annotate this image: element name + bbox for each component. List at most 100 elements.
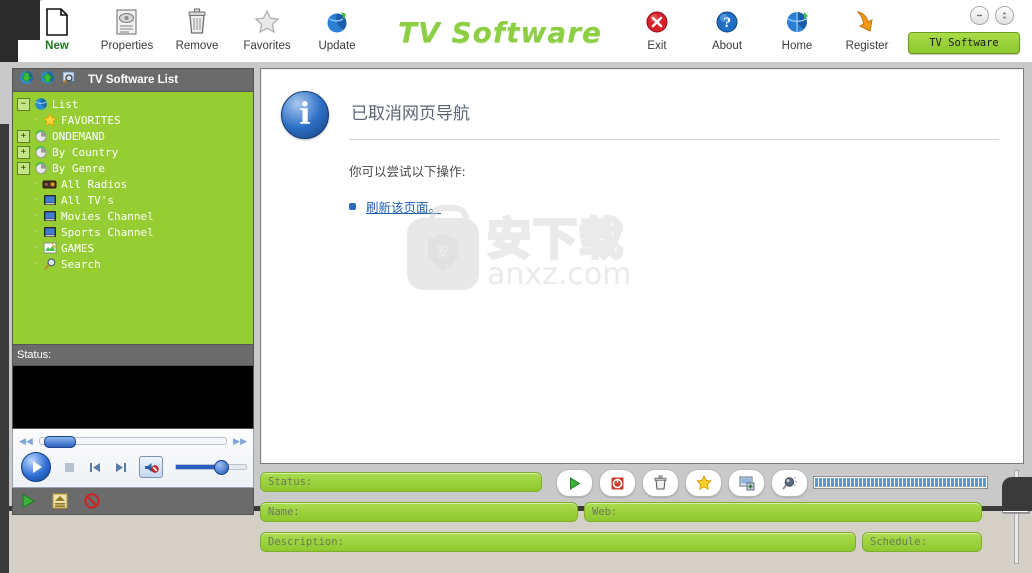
- toolbar-label: About: [711, 40, 743, 52]
- rewind-icon[interactable]: ◀◀: [19, 436, 33, 447]
- minimize-button[interactable]: [970, 6, 989, 25]
- tree-connector: ·: [33, 211, 39, 221]
- watermark-text: 安下载 anxz.com: [486, 214, 632, 291]
- tree-item-all-radios[interactable]: · All Radios: [17, 176, 253, 192]
- globe-update-icon: [324, 6, 350, 38]
- stop-button[interactable]: [61, 459, 77, 475]
- tree-connector: ·: [33, 259, 39, 269]
- next-track-button[interactable]: [113, 459, 129, 475]
- meter-segment: [951, 478, 954, 487]
- meter-segment: [875, 478, 878, 487]
- error-page: i 已取消网页导航 你可以尝试以下操作: 刷新该页面。 安 安下载 anxz.c…: [261, 69, 1023, 463]
- eject-icon[interactable]: [51, 492, 69, 510]
- list-item: 刷新该页面。: [349, 197, 441, 216]
- refresh-icon: [32, 129, 49, 143]
- meter-segment: [935, 478, 938, 487]
- download-icon[interactable]: [19, 70, 34, 90]
- toolbar-label: Properties: [100, 40, 154, 52]
- tree-label: ONDEMAND: [52, 129, 105, 143]
- record-button[interactable]: [599, 469, 636, 497]
- upload-icon[interactable]: [40, 70, 55, 90]
- play-icon[interactable]: [19, 492, 37, 510]
- record-stop-icon[interactable]: [83, 492, 101, 510]
- window-controls: [970, 6, 1014, 25]
- seek-bar[interactable]: [38, 436, 228, 448]
- meter-segment: [907, 478, 910, 487]
- search-button[interactable]: [771, 469, 808, 497]
- schedule-field[interactable]: Schedule:: [862, 532, 982, 552]
- seek-thumb[interactable]: [43, 436, 76, 448]
- level-meter: [813, 476, 988, 489]
- tree-item-by-genre[interactable]: + By Genre: [17, 160, 253, 176]
- tv-icon: [41, 210, 58, 223]
- meter-segment: [915, 478, 918, 487]
- tree-label: Search: [61, 257, 101, 271]
- tree-item-all-tvs[interactable]: · All TV's: [17, 192, 253, 208]
- expand-icon[interactable]: +: [17, 145, 30, 159]
- toolbar-button-about[interactable]: ? About: [692, 2, 762, 62]
- exit-icon: [645, 6, 669, 38]
- mute-button[interactable]: [139, 456, 163, 478]
- play-button[interactable]: [556, 469, 593, 497]
- watermark-cn: 安下载: [486, 214, 625, 265]
- play-button[interactable]: [21, 452, 51, 482]
- volume-slider[interactable]: [175, 460, 247, 475]
- resize-corner[interactable]: [1002, 477, 1032, 511]
- watermark-shield-icon: 安: [428, 234, 458, 272]
- toolbar-button-home[interactable]: Home: [762, 2, 832, 62]
- star-icon: [254, 6, 280, 38]
- toolbar-button-new[interactable]: New: [22, 2, 92, 62]
- fast-forward-icon[interactable]: ▶▶: [233, 436, 247, 447]
- expand-icon[interactable]: +: [17, 161, 30, 175]
- toolbar-button-update[interactable]: Update: [302, 2, 372, 62]
- expand-icon[interactable]: +: [17, 129, 30, 143]
- tv-icon: [41, 226, 58, 239]
- previous-track-button[interactable]: [87, 459, 103, 475]
- tree-item-by-country[interactable]: + By Country: [17, 144, 253, 160]
- preview-search-icon[interactable]: [61, 70, 76, 90]
- svg-text:?: ?: [723, 16, 731, 31]
- tree-item-search[interactable]: · Search: [17, 256, 253, 272]
- meter-segment: [939, 478, 942, 487]
- main-stage: TV Software List − List · FAVORITES + ON…: [0, 62, 1032, 573]
- meter-segment: [819, 478, 822, 487]
- toolbar-button-exit[interactable]: Exit: [622, 2, 692, 62]
- meter-segment: [971, 478, 974, 487]
- meter-segment: [903, 478, 906, 487]
- error-header: i 已取消网页导航: [281, 91, 1023, 139]
- list-header: TV Software List: [12, 68, 254, 92]
- volume-thumb[interactable]: [213, 460, 229, 475]
- tree-item-sports-channel[interactable]: · Sports Channel: [17, 224, 253, 240]
- toolbar-button-properties[interactable]: Properties: [92, 2, 162, 62]
- add-channel-button[interactable]: [728, 469, 765, 497]
- toolbar-button-register[interactable]: Register: [832, 2, 902, 62]
- toolbar-label: New: [45, 40, 69, 52]
- new-document-icon: [45, 6, 69, 38]
- tree-item-ondemand[interactable]: + ONDEMAND: [17, 128, 253, 144]
- error-action-list: 刷新该页面。: [349, 197, 441, 216]
- name-field[interactable]: Name:: [260, 502, 578, 522]
- tree-item-games[interactable]: · GAMES: [17, 240, 253, 256]
- collapse-icon[interactable]: −: [17, 97, 30, 111]
- media-player-controls: ◀◀ ▶▶: [12, 429, 254, 488]
- delete-button[interactable]: [642, 469, 679, 497]
- meter-segment: [847, 478, 850, 487]
- tree-item-list[interactable]: − List: [17, 96, 253, 112]
- description-field[interactable]: Description:: [260, 532, 856, 552]
- toolbar-label: Favorites: [243, 40, 291, 52]
- meter-segment: [979, 478, 982, 487]
- tab-tv-software[interactable]: TV Software: [908, 32, 1020, 54]
- favorite-button[interactable]: [685, 469, 722, 497]
- toolbar-button-favorites[interactable]: Favorites: [232, 2, 302, 62]
- restore-resize-button[interactable]: [995, 6, 1014, 25]
- meter-segment: [835, 478, 838, 487]
- app-title-logo: TV Software: [398, 16, 603, 49]
- video-preview[interactable]: [12, 366, 254, 429]
- refresh-page-link[interactable]: 刷新该页面。: [366, 197, 441, 216]
- tree-item-favorites[interactable]: · FAVORITES: [17, 112, 253, 128]
- status-field[interactable]: Status:: [260, 472, 542, 492]
- toolbar-button-remove[interactable]: Remove: [162, 2, 232, 62]
- tree-connector: ·: [33, 195, 39, 205]
- web-field[interactable]: Web:: [584, 502, 982, 522]
- tree-item-movies-channel[interactable]: · Movies Channel: [17, 208, 253, 224]
